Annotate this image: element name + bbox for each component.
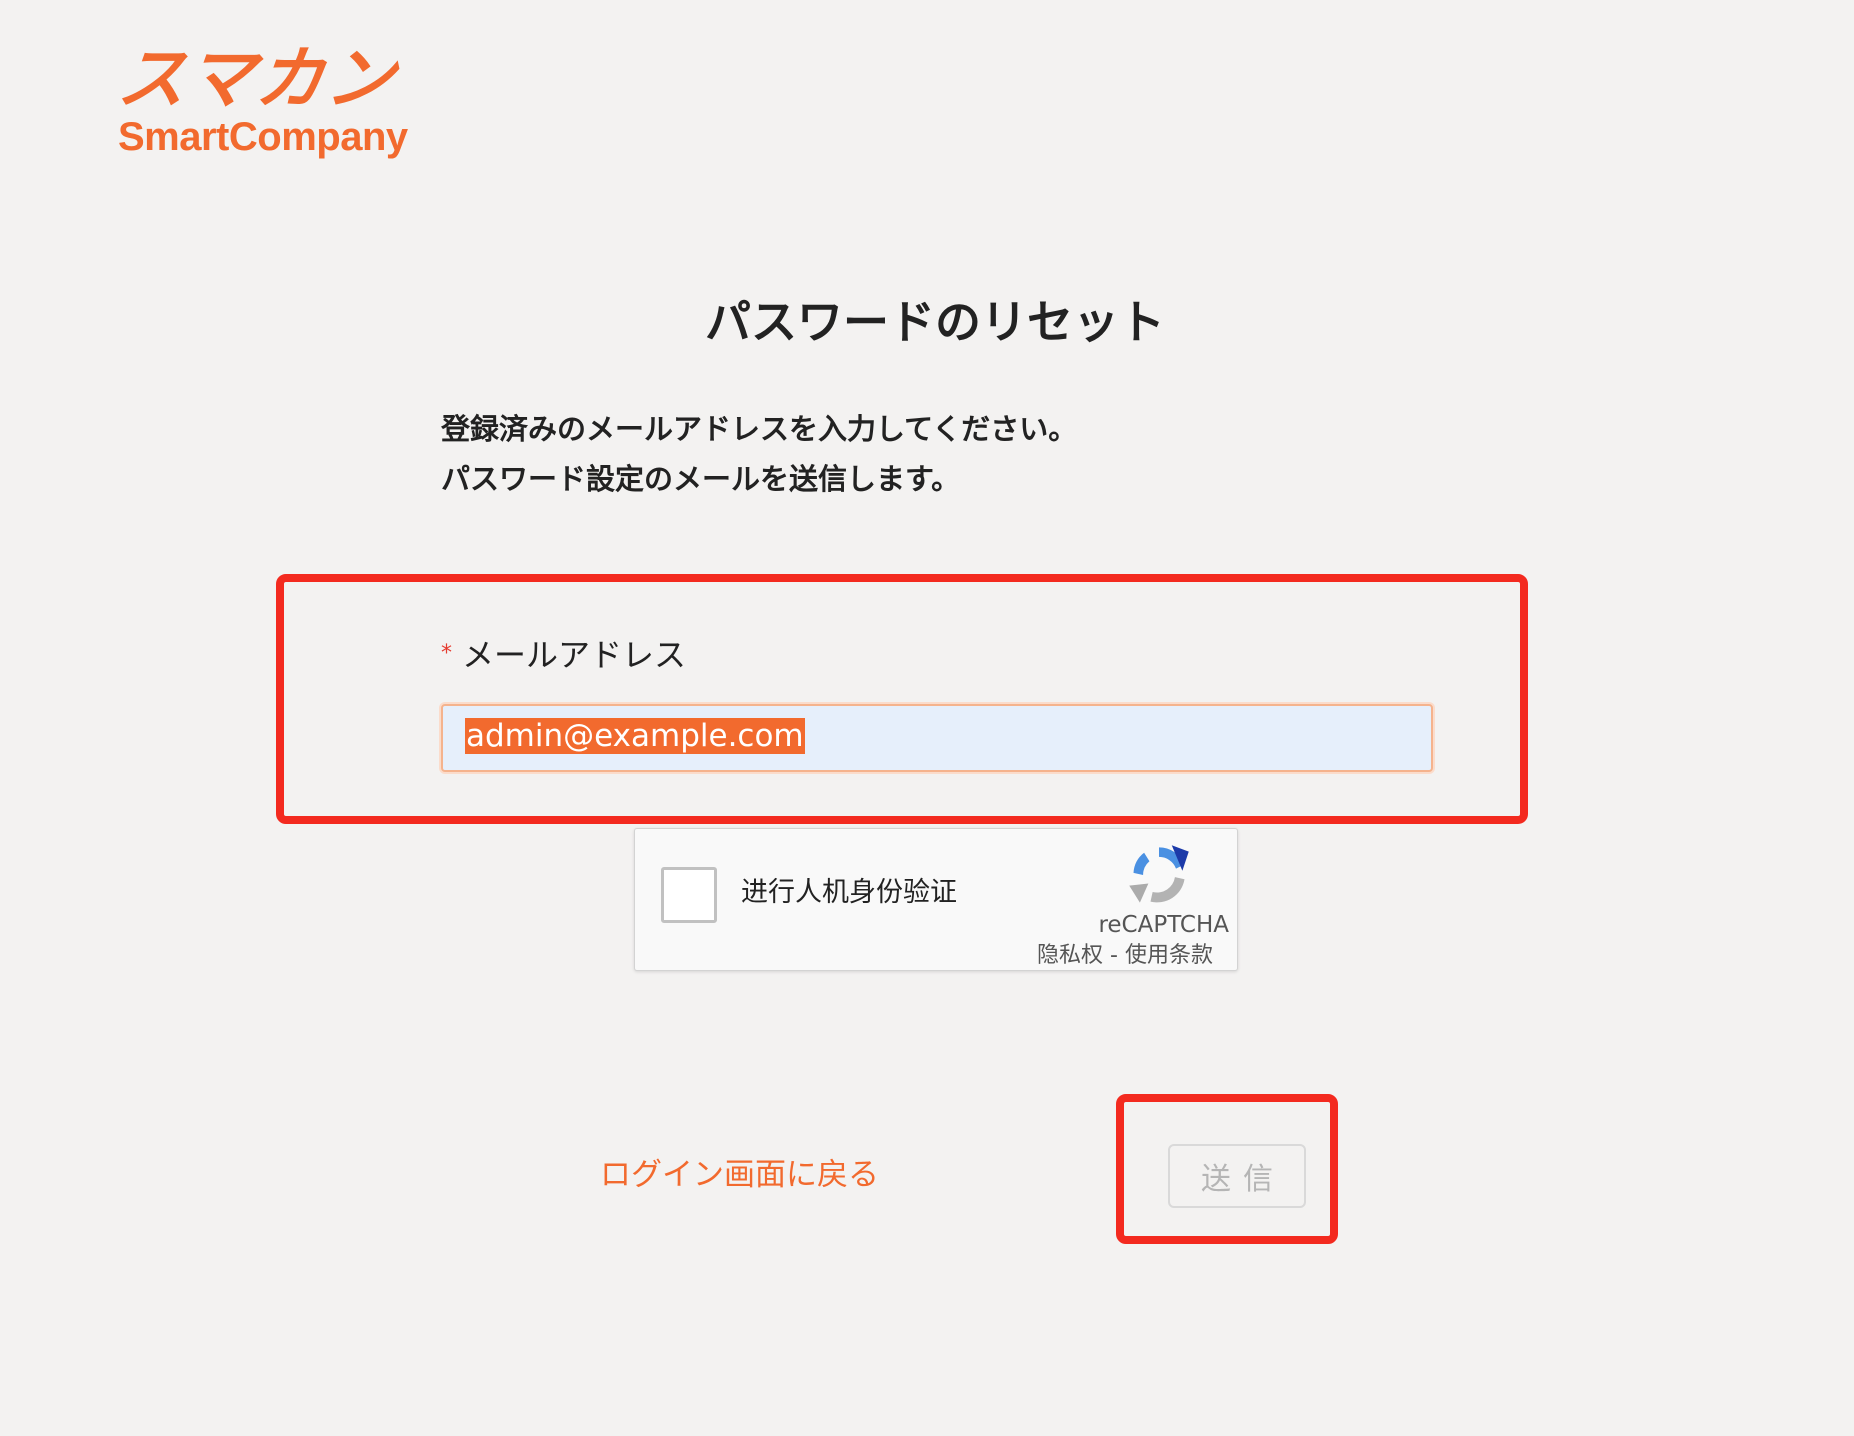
recaptcha-widget: 进行人机身份验证 reCAPTCHA 隐私权 - 使用条款 [634, 828, 1238, 971]
recaptcha-links: 隐私权 - 使用条款 [1037, 943, 1213, 969]
logo-english-wordmark: SmartCompany [118, 115, 408, 159]
recaptcha-checkbox[interactable] [661, 867, 717, 923]
recaptcha-logo-icon [1129, 845, 1189, 903]
recaptcha-privacy-link[interactable]: 隐私权 [1037, 943, 1103, 968]
required-marker: * [441, 641, 452, 666]
email-input[interactable]: admin@example.com [441, 704, 1433, 772]
description-line-1: 登録済みのメールアドレスを入力してください。 [441, 412, 1078, 446]
recaptcha-terms-link[interactable]: 使用条款 [1125, 943, 1213, 968]
page-title: パスワードのリセット [705, 295, 1165, 349]
email-field-label: * メールアドレス [441, 632, 686, 677]
email-label-text: メールアドレス [462, 636, 687, 674]
submit-button[interactable]: 送信 [1168, 1144, 1306, 1208]
recaptcha-brand: reCAPTCHA [1098, 912, 1229, 938]
description-line-2: パスワード設定のメールを送信します。 [441, 462, 961, 496]
logo-japanese-wordmark: スマカン [113, 40, 401, 119]
page-description: 登録済みのメールアドレスを入力してください。 パスワード設定のメールを送信します… [441, 404, 1077, 504]
smartcompany-logo: スマカン SmartCompany [114, 40, 420, 162]
recaptcha-label: 进行人机身份验证 [741, 877, 957, 908]
email-input-selected-value: admin@example.com [465, 718, 805, 754]
recaptcha-links-separator: - [1103, 943, 1125, 968]
back-to-login-link[interactable]: ログイン画面に戻る [600, 1150, 879, 1200]
email-field-highlight-annotation [276, 574, 1528, 824]
